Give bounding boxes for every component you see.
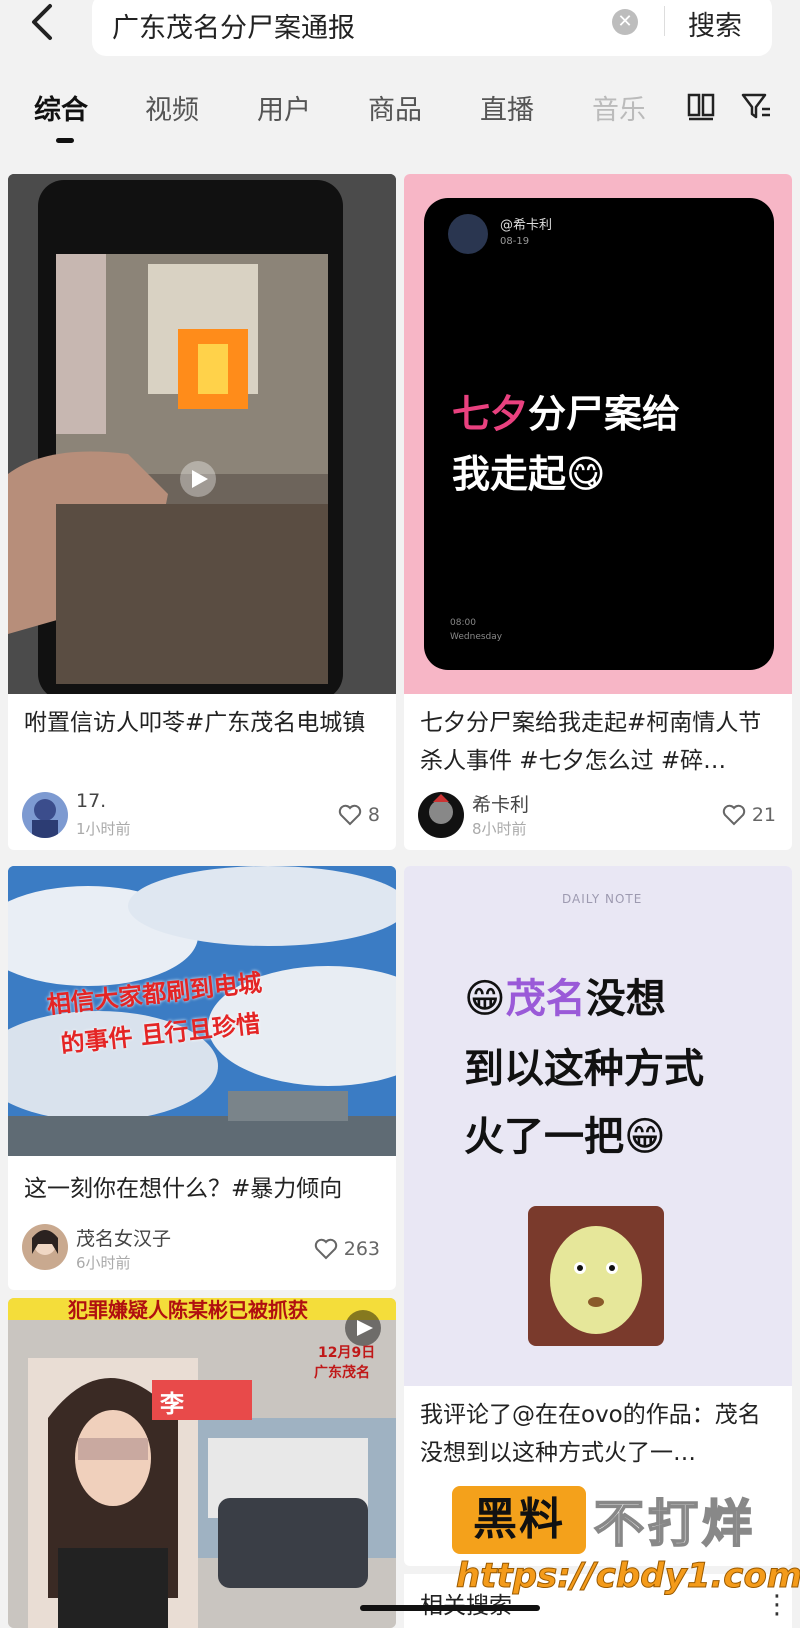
clear-search-icon[interactable]: ✕ (612, 9, 638, 35)
card-time: 8小时前 (472, 820, 527, 838)
search-bar-row: 广东茂名分尸案通报 ✕ 搜索 (0, 0, 800, 60)
card-title: 这一刻你在想什么？#暴力倾向 (24, 1176, 343, 1202)
news-date: 12月9日 (318, 1345, 376, 1361)
search-query-text[interactable]: 广东茂名分尸案通报 (112, 6, 355, 45)
watermark-url: https://cbdy1.com (455, 1556, 800, 1597)
note-line1: 😁茂名没想 (464, 966, 666, 1024)
avatar (448, 214, 488, 254)
search-submit-button[interactable]: 搜索 (688, 4, 742, 43)
like-count-value: 8 (367, 804, 380, 826)
headline-line2: 我走起 (452, 452, 567, 496)
lockscreen-clock: 08:00 (450, 618, 476, 628)
note-line3: 火了一把😁 (464, 1104, 666, 1162)
post-date: 08-19 (500, 236, 530, 247)
like-count-value: 21 (751, 804, 776, 826)
like-count[interactable]: 263 (314, 1238, 380, 1260)
tab-users[interactable]: 用户 (257, 88, 311, 127)
news-place: 广东茂名 (314, 1365, 370, 1381)
home-indicator (360, 1605, 540, 1611)
headline-rest: 分尸案给 (528, 392, 681, 436)
meme-face-image (528, 1206, 664, 1346)
tab-products[interactable]: 商品 (368, 88, 422, 127)
avatar[interactable] (22, 1224, 68, 1270)
card-title: 七夕分尸案给我走起#柯南情人节杀人事件 #七夕怎么过 #碎… (420, 710, 762, 774)
watermark-text: 不打烊 (593, 1494, 756, 1554)
grin-emoji-icon: 😁 (624, 1114, 666, 1160)
tab-video[interactable]: 视频 (145, 88, 199, 127)
like-count[interactable]: 21 (722, 804, 776, 826)
daily-note-label: DAILY NOTE (562, 892, 643, 906)
card-author[interactable]: 希卡利 (472, 790, 529, 817)
tab-music[interactable]: 音乐 (592, 88, 646, 127)
category-tabs: 综合 视频 用户 商品 直播 音乐 (0, 82, 800, 152)
image-thumbnail[interactable]: DAILY NOTE 😁茂名没想 到以这种方式 火了一把😁 (404, 866, 792, 1386)
watermark-badge: 黑料 (452, 1486, 586, 1554)
post-headline: 七夕分尸案给 (452, 383, 680, 438)
grin-emoji-icon: 😁 (464, 976, 506, 1022)
image-thumbnail[interactable]: 相信大家都刷到电城 的事件 且行且珍惜 (8, 866, 396, 1156)
grid-layout-icon[interactable] (686, 92, 716, 122)
card-author[interactable]: 茂名女汉子 (76, 1224, 171, 1251)
active-tab-indicator (56, 138, 74, 143)
tab-comprehensive[interactable]: 综合 (34, 88, 88, 127)
heart-icon (314, 1238, 337, 1260)
card-time: 6小时前 (76, 1254, 131, 1272)
post-handle: @希卡利 (500, 218, 553, 233)
search-divider (664, 6, 665, 36)
card-title: 咐置信访人叩苓#广东茂名电城镇 (24, 710, 366, 736)
avatar[interactable] (22, 792, 68, 838)
post-headline-line2: 我走起😋 (452, 443, 606, 498)
video-thumbnail[interactable]: 犯罪嫌疑人陈某彬已被抓获 12月9日 广东茂名 李 (8, 1298, 396, 1628)
more-options-icon[interactable]: ⋮ (764, 1590, 790, 1620)
like-count-value: 263 (343, 1238, 380, 1260)
filter-icon[interactable] (740, 90, 772, 122)
note-line2: 到以这种方式 (464, 1046, 704, 1092)
video-thumbnail[interactable] (8, 174, 396, 694)
heart-icon (722, 804, 746, 826)
yum-emoji-icon: 😋 (566, 452, 606, 496)
heart-icon (338, 804, 362, 826)
name-tag: 李 (152, 1380, 252, 1420)
card-time: 1小时前 (76, 820, 131, 838)
lockscreen-weekday: Wednesday (450, 632, 503, 642)
result-card[interactable]: DAILY NOTE 😁茂名没想 到以这种方式 火了一把😁 我评论了@在在ovo… (404, 866, 792, 1566)
result-card[interactable]: @希卡利 08-19 七夕分尸案给 我走起😋 08:00 Wednesday 七… (404, 174, 792, 850)
card-title: 我评论了@在在ovo的作品：茂名没想到以这种方式火了一… (420, 1402, 761, 1466)
note-highlight: 茂名 (505, 976, 586, 1022)
avatar[interactable] (418, 792, 464, 838)
tab-live[interactable]: 直播 (480, 88, 534, 127)
back-arrow-icon[interactable] (26, 2, 62, 42)
headline-highlight: 七夕 (452, 392, 529, 436)
result-card[interactable]: 咐置信访人叩苓#广东茂名电城镇 17. 1小时前 8 (8, 174, 396, 850)
phone-video-image (8, 174, 396, 694)
card-author[interactable]: 17. (76, 790, 106, 812)
note-line1-rest: 没想 (585, 976, 666, 1022)
image-thumbnail[interactable]: @希卡利 08-19 七夕分尸案给 我走起😋 08:00 Wednesday (404, 174, 792, 694)
phone-screen-image: @希卡利 08-19 七夕分尸案给 我走起😋 08:00 Wednesday (424, 198, 774, 670)
news-banner: 犯罪嫌疑人陈某彬已被抓获 (68, 1298, 308, 1322)
note-line3-text: 火了一把 (464, 1114, 624, 1160)
result-card[interactable]: 相信大家都刷到电城 的事件 且行且珍惜 这一刻你在想什么？#暴力倾向 茂名女汉子… (8, 866, 396, 1290)
result-card[interactable]: 犯罪嫌疑人陈某彬已被抓获 12月9日 广东茂名 李 (8, 1298, 396, 1628)
search-input[interactable]: 广东茂名分尸案通报 ✕ 搜索 (92, 0, 772, 56)
like-count[interactable]: 8 (338, 804, 380, 826)
